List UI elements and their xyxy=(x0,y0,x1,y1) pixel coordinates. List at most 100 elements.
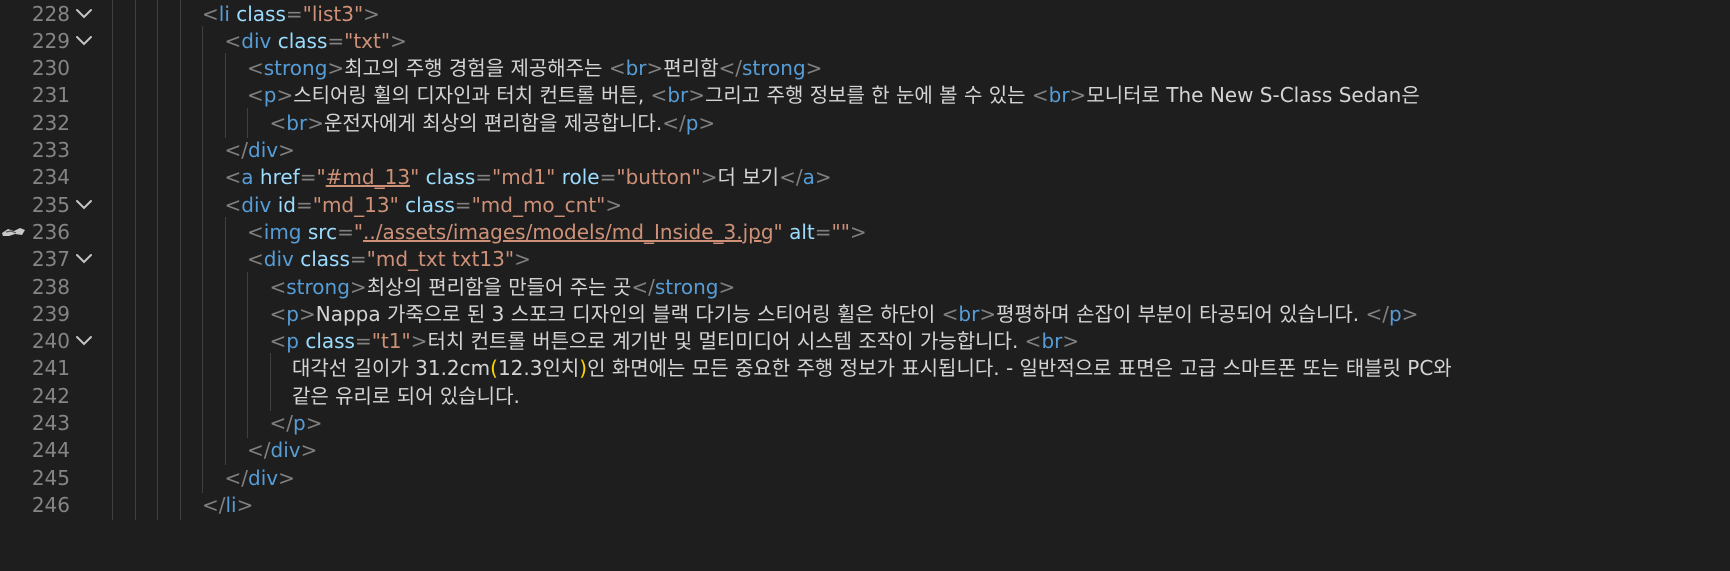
line-number: 233 xyxy=(31,138,70,162)
line-number: 237 xyxy=(31,247,70,272)
code-text[interactable]: <div id="md_13" class="md_mo_cnt"> xyxy=(225,190,623,220)
code-text[interactable]: <p class="t1">터치 컨트롤 버튼으로 계기반 및 멀티미디어 시스… xyxy=(270,326,1080,356)
code-line[interactable]: 231 <p>스티어링 휠의 디자인과 터치 컨트롤 버튼, <br>그리고 주행… xyxy=(0,80,1730,111)
attribute-name: class xyxy=(236,1,286,26)
code-line[interactable]: 229 <div class="txt"> xyxy=(0,25,1730,56)
indent-guide xyxy=(157,298,158,329)
code-text[interactable]: <div class="txt"> xyxy=(225,26,407,56)
text-content: 모니터로 The New S-Class Sedan은 xyxy=(1086,83,1420,108)
chevron-down-icon[interactable] xyxy=(72,326,96,356)
code-text[interactable]: </div> xyxy=(225,135,295,165)
indent-guide xyxy=(134,380,136,411)
code-line[interactable]: 242 같은 유리로 되어 있습니다. xyxy=(0,380,1730,411)
indent-guide xyxy=(112,162,113,193)
indent-guide xyxy=(112,189,113,220)
code-line[interactable]: 234 <a href="#md_13" class="md1" role="bu… xyxy=(0,162,1730,193)
code-line[interactable]: 236 <img src="../assets/images/models/md_… xyxy=(0,216,1730,247)
indent-guide xyxy=(134,162,136,193)
code-line[interactable]: 237 <div class="md_txt txt13"> xyxy=(0,244,1730,275)
code-text[interactable]: <p>Nappa 가죽으로 된 3 스포크 디자인의 블랙 다기능 스티어링 휠… xyxy=(270,299,1419,329)
code-text[interactable]: <li class="list3"> xyxy=(202,0,380,29)
indent-guide xyxy=(112,244,113,275)
code-text[interactable]: <img src="../assets/images/models/md_Ins… xyxy=(247,217,867,247)
code-text[interactable]: </p> xyxy=(270,408,323,438)
indent-guide xyxy=(157,435,158,466)
code-line[interactable]: 244 </div> xyxy=(0,435,1730,466)
tag-name: p xyxy=(286,329,299,354)
indent-guide xyxy=(202,380,203,411)
punctuation: </ xyxy=(631,274,655,299)
string-value: "md_13" xyxy=(312,192,399,217)
indent-guide xyxy=(157,135,158,165)
indent-guide xyxy=(134,326,136,357)
code-line[interactable]: 240 <p class="t1">터치 컨트롤 버튼으로 계기반 및 멀티미디어… xyxy=(0,326,1730,357)
attribute-name: class xyxy=(425,165,476,190)
indent-guide xyxy=(112,462,113,493)
code-text[interactable]: <strong>최고의 주행 경험을 제공해주는 <br>편리함</strong… xyxy=(247,53,822,83)
code-line[interactable]: 228 <li class="list3"> xyxy=(0,0,1730,29)
code-line[interactable]: 230 <strong>최고의 주행 경험을 제공해주는 <br>편리함</str… xyxy=(0,53,1730,84)
indent-guide xyxy=(179,25,181,56)
link-value[interactable]: ../assets/images/models/md_Inside_3.jpg xyxy=(363,220,774,244)
line-number: 245 xyxy=(31,465,70,490)
code-line[interactable]: 241 대각선 길이가 31.2cm(12.3인치)인 화면에는 모든 중요한 주… xyxy=(0,353,1730,384)
breakpoint-glyph-icon[interactable] xyxy=(0,221,26,243)
string-value: "list3" xyxy=(302,1,364,26)
link-value[interactable]: #md_13 xyxy=(326,165,410,189)
indent-guide xyxy=(179,298,181,329)
indent-guide xyxy=(157,107,158,138)
string-value: "t1" xyxy=(371,329,411,354)
code-line[interactable]: 243 </p> xyxy=(0,408,1730,438)
indent-guide xyxy=(202,107,203,138)
tag-name: a xyxy=(802,165,815,190)
attribute-name: class xyxy=(405,192,455,217)
punctuation: < xyxy=(650,83,668,108)
indent-guide xyxy=(134,271,136,302)
code-text[interactable]: <p>스티어링 휠의 디자인과 터치 컨트롤 버튼, <br>그리고 주행 정보… xyxy=(247,80,1420,110)
code-text[interactable]: <div class="md_txt txt13"> xyxy=(247,244,531,274)
code-line[interactable]: 246 </li> xyxy=(0,489,1730,520)
indent-guide xyxy=(157,162,158,193)
punctuation: = xyxy=(337,219,354,244)
indent-guide xyxy=(157,25,158,56)
code-text[interactable]: <br>운전자에게 최상의 편리함을 제공합니다.</p> xyxy=(270,108,716,138)
punctuation: < xyxy=(224,192,242,217)
tag-name: img xyxy=(263,219,302,244)
text-content: 최상의 편리함을 만들어 주는 곳 xyxy=(366,274,632,299)
code-text[interactable]: </div> xyxy=(247,435,317,465)
code-text[interactable]: </div> xyxy=(225,463,295,493)
punctuation: < xyxy=(941,301,959,326)
indent-guide xyxy=(157,489,158,520)
chevron-down-icon[interactable] xyxy=(72,0,96,29)
code-text[interactable]: </li> xyxy=(202,490,253,520)
indent-guide xyxy=(179,326,181,357)
code-text[interactable]: 대각선 길이가 31.2cm(12.3인치)인 화면에는 모든 중요한 주행 정… xyxy=(292,353,1452,383)
code-line[interactable]: 245 </div> xyxy=(0,462,1730,493)
punctuation: > xyxy=(278,138,295,162)
chevron-down-icon[interactable] xyxy=(72,26,96,56)
punctuation: < xyxy=(269,329,287,354)
tag-name: p xyxy=(293,411,306,435)
punctuation: = xyxy=(599,165,617,190)
chevron-down-icon[interactable] xyxy=(72,190,96,220)
code-line[interactable]: 239 <p>Nappa 가죽으로 된 3 스포크 디자인의 블랙 다기능 스티어… xyxy=(0,298,1730,329)
punctuation: < xyxy=(269,110,287,135)
chevron-down-icon[interactable] xyxy=(72,244,96,274)
code-text[interactable]: 같은 유리로 되어 있습니다. xyxy=(292,381,520,411)
tag-name: strong xyxy=(263,56,328,81)
indent-guide xyxy=(202,298,203,329)
code-line[interactable]: 232 <br>운전자에게 최상의 편리함을 제공합니다.</p> xyxy=(0,107,1730,138)
code-line[interactable]: 233 </div> xyxy=(0,135,1730,165)
code-editor[interactable]: 228 <li class="list3"> 229 <div class="txt"… xyxy=(0,0,1730,571)
indent-guide xyxy=(202,353,203,384)
code-line[interactable]: 235 <div id="md_13" class="md_mo_cnt"> xyxy=(0,189,1730,220)
indent-guide xyxy=(157,53,158,84)
code-line[interactable]: 238 <strong>최상의 편리함을 만들어 주는 곳</strong> xyxy=(0,271,1730,302)
indent-guide xyxy=(112,53,113,84)
indent-guide xyxy=(202,162,203,193)
punctuation: < xyxy=(269,274,287,299)
code-text[interactable]: <a href="#md_13" class="md1" role="butto… xyxy=(225,162,832,192)
punctuation: > xyxy=(278,465,295,490)
tag-name: li xyxy=(225,492,237,517)
code-text[interactable]: <strong>최상의 편리함을 만들어 주는 곳</strong> xyxy=(270,272,736,302)
